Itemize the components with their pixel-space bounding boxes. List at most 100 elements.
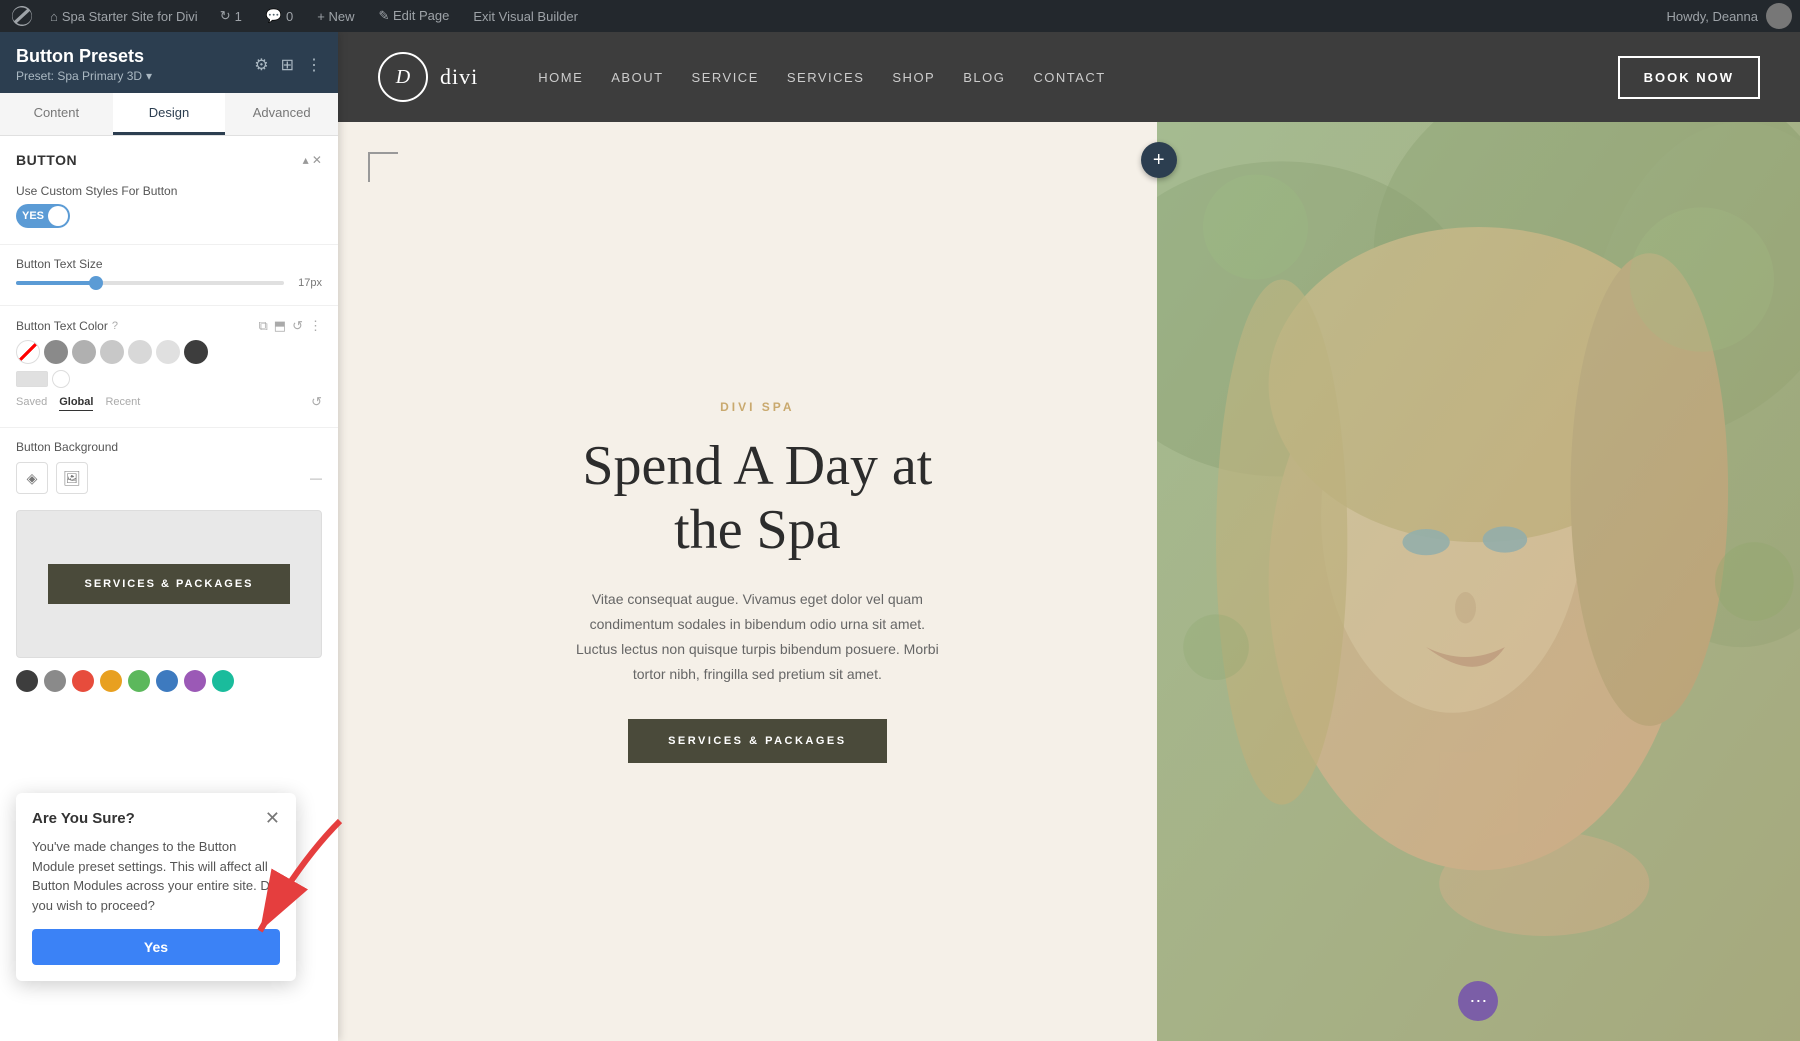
section-collapse-icon[interactable]: ▴ ✕ [303, 153, 322, 167]
color-sub-tabs: Saved Global Recent ↺ [16, 394, 322, 411]
color-gray-1[interactable] [44, 340, 68, 364]
nav-shop[interactable]: SHOP [892, 70, 935, 85]
color-gray-5[interactable] [156, 340, 180, 364]
admin-bar-new[interactable]: + New [309, 0, 362, 32]
bg-image-icon[interactable]: 🖼 [56, 462, 88, 494]
nav-contact[interactable]: CONTACT [1033, 70, 1105, 85]
confirm-body: You've made changes to the Button Module… [32, 837, 280, 915]
admin-bar-updates[interactable]: ↻ 1 [212, 0, 250, 32]
more-options-icon[interactable]: ⋮ [309, 318, 322, 334]
admin-bar-edit-page[interactable]: ✎ Edit Page [370, 0, 457, 32]
swatch-teal[interactable] [212, 670, 234, 692]
color-gray-4[interactable] [128, 340, 152, 364]
sub-tab-saved[interactable]: Saved [16, 394, 47, 411]
slider-thumb[interactable] [89, 276, 103, 290]
color-white-small[interactable] [52, 370, 70, 388]
swatch-orange[interactable] [100, 670, 122, 692]
swatch-dark[interactable] [16, 670, 38, 692]
confirm-close-button[interactable]: ✕ [265, 809, 280, 827]
text-color-label: Button Text Color ? ⧉ ⬒ ↺ ⋮ [16, 318, 322, 334]
nav-service[interactable]: SERVICE [692, 70, 759, 85]
text-size-value: 17px [292, 277, 322, 289]
book-now-button[interactable]: BOOK NOW [1618, 56, 1760, 99]
three-dots-button[interactable]: ⋯ [1458, 981, 1498, 1021]
wp-logo-icon[interactable] [8, 2, 36, 30]
admin-bar-site[interactable]: ⌂ Spa Starter Site for Divi [44, 9, 204, 24]
color-extra-row [16, 370, 322, 388]
bg-gradient-icon[interactable]: ◈ [16, 462, 48, 494]
toggle-yes-label: YES [22, 210, 44, 222]
hero-title: Spend A Day at the Spa [567, 434, 947, 563]
admin-bar-exit-builder[interactable]: Exit Visual Builder [465, 0, 586, 32]
panel-more-icon[interactable]: ⋮ [306, 55, 322, 75]
confirm-yes-button[interactable]: Yes [32, 929, 280, 965]
hero-body: Vitae consequat augue. Vivamus eget dolo… [567, 587, 947, 688]
nav-home[interactable]: HOME [538, 70, 583, 85]
panel-title-group: Button Presets Preset: Spa Primary 3D ▾ [16, 46, 152, 83]
button-section-title: Button [16, 152, 77, 168]
custom-styles-label: Use Custom Styles For Button [16, 184, 322, 198]
bg-field: Button Background ◈ 🖼 — [16, 440, 322, 494]
panel-title: Button Presets [16, 46, 152, 67]
paste-icon[interactable]: ⬒ [274, 318, 286, 334]
add-module-button[interactable]: + [1141, 142, 1177, 178]
toggle-knob [48, 206, 68, 226]
color-dark[interactable] [184, 340, 208, 364]
tab-advanced[interactable]: Advanced [225, 93, 338, 135]
divider-1 [0, 244, 338, 245]
bottom-swatches [16, 670, 322, 692]
add-color-icon[interactable]: ↺ [311, 394, 322, 411]
hero-right: ⋯ [1157, 122, 1800, 1041]
sub-tab-global[interactable]: Global [59, 394, 93, 411]
panel-subtitle[interactable]: Preset: Spa Primary 3D ▾ [16, 69, 152, 83]
color-light-rect[interactable] [16, 371, 48, 387]
admin-bar-right: Howdy, Deanna [1666, 3, 1792, 29]
swatch-gray[interactable] [44, 670, 66, 692]
color-gray-3[interactable] [100, 340, 124, 364]
text-size-slider[interactable] [16, 281, 284, 285]
reset-icon[interactable]: ↺ [292, 318, 303, 334]
chevron-down-icon: ▾ [146, 69, 152, 83]
text-size-slider-row: 17px [16, 277, 322, 289]
nav-services[interactable]: SERVICES [787, 70, 865, 85]
sub-tab-recent[interactable]: Recent [105, 394, 140, 411]
panel-layout-icon[interactable]: ⊞ [281, 55, 294, 75]
text-color-field: Button Text Color ? ⧉ ⬒ ↺ ⋮ [16, 318, 322, 411]
logo-text: divi [440, 64, 478, 90]
logo-circle: D [378, 52, 428, 102]
hero-subtitle: DIVI SPA [567, 400, 947, 414]
copy-icon[interactable]: ⧉ [259, 318, 268, 334]
custom-styles-toggle-wrap: YES [16, 204, 322, 228]
admin-bar-comments[interactable]: 💬 0 [258, 0, 301, 32]
slider-fill [16, 281, 96, 285]
hero-photo [1157, 122, 1800, 1041]
tab-design[interactable]: Design [113, 93, 226, 135]
tab-content[interactable]: Content [0, 93, 113, 135]
color-gray-2[interactable] [72, 340, 96, 364]
divider-2 [0, 305, 338, 306]
site-logo[interactable]: D divi [378, 52, 478, 102]
site-nav: HOME ABOUT SERVICE SERVICES SHOP BLOG CO… [538, 70, 1106, 85]
admin-avatar[interactable] [1766, 3, 1792, 29]
confirm-header: Are You Sure? ✕ [32, 809, 280, 827]
text-size-field: Button Text Size 17px [16, 257, 322, 289]
divider-3 [0, 427, 338, 428]
nav-about[interactable]: ABOUT [611, 70, 663, 85]
hero-cta-button[interactable]: SERVICES & PACKAGES [628, 719, 887, 763]
button-section-header: Button ▴ ✕ [16, 152, 322, 168]
sidebar-panel: Button Presets Preset: Spa Primary 3D ▾ … [0, 32, 338, 1041]
preview-button[interactable]: SERVICES & PACKAGES [48, 564, 289, 604]
hero-left: DIVI SPA Spend A Day at the Spa Vitae co… [338, 122, 1157, 1041]
nav-blog[interactable]: BLOG [963, 70, 1005, 85]
custom-styles-toggle[interactable]: YES [16, 204, 70, 228]
hero-section: DIVI SPA Spend A Day at the Spa Vitae co… [338, 122, 1800, 1041]
panel-header-icons: ⚙ ⊞ ⋮ [254, 55, 322, 75]
panel-settings-icon[interactable]: ⚙ [254, 55, 268, 75]
swatch-green[interactable] [128, 670, 150, 692]
swatch-purple[interactable] [184, 670, 206, 692]
custom-styles-field: Use Custom Styles For Button YES [16, 184, 322, 228]
panel-tabs: Content Design Advanced [0, 93, 338, 136]
swatch-blue[interactable] [156, 670, 178, 692]
color-transparent[interactable] [16, 340, 40, 364]
swatch-red[interactable] [72, 670, 94, 692]
